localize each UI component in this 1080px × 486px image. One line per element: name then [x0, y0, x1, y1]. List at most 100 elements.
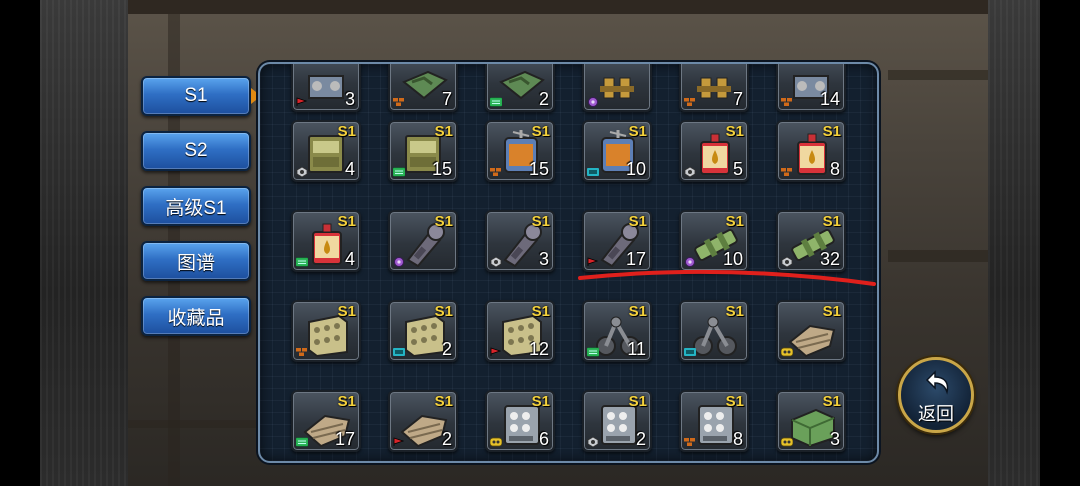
tab-advanced-s1-label: 高级S1 — [165, 197, 227, 219]
red-annotation-stroke — [578, 269, 876, 286]
item-count: 11 — [627, 339, 646, 359]
inventory-item[interactable]: S1 4 — [291, 210, 361, 272]
orange-bricks-icon — [781, 168, 792, 176]
inventory-item[interactable]: 2 — [485, 64, 555, 112]
inventory-item[interactable]: S1 32 — [776, 210, 846, 272]
tier-label: S1 — [725, 303, 744, 320]
item-count: 10 — [625, 159, 646, 179]
tier-label: S1 — [531, 123, 550, 140]
inventory-item[interactable]: S1 5 — [679, 120, 749, 182]
inventory-item[interactable]: S1 3 — [776, 390, 846, 452]
left-letterbox — [0, 0, 40, 486]
tier-label: S1 — [725, 213, 744, 230]
inventory-item[interactable]: S1 2 — [388, 390, 458, 452]
back-button-label: 返回 — [918, 404, 954, 424]
green-panel-icon — [296, 257, 308, 267]
inventory-item[interactable]: S1 17 — [291, 390, 361, 452]
inventory-item[interactable]: S1 — [776, 300, 846, 362]
tier-label: S1 — [434, 123, 453, 140]
orange-bricks-icon — [684, 438, 695, 446]
tier-label: S1 — [822, 393, 841, 410]
tier-label: S1 — [725, 393, 744, 410]
orange-bricks-icon — [684, 98, 695, 106]
tab-catalog[interactable]: 图谱 — [141, 241, 251, 281]
inventory-item[interactable]: S1 8 — [776, 120, 846, 182]
inventory-item[interactable]: S1 11 — [582, 300, 652, 362]
inventory-item[interactable]: S1 8 — [679, 390, 749, 452]
item-count: 5 — [732, 159, 743, 179]
inventory-item[interactable]: S1 12 — [485, 300, 555, 362]
tier-label: S1 — [531, 393, 550, 410]
purple-gear-icon — [394, 257, 404, 267]
inventory-item[interactable]: 14 — [776, 64, 846, 112]
inventory-item[interactable]: S1 2 — [388, 300, 458, 362]
inventory-item[interactable]: S1 10 — [582, 120, 652, 182]
tab-s2-label: S2 — [184, 140, 208, 161]
tier-label: S1 — [337, 303, 356, 320]
inventory-item[interactable]: 3 — [291, 64, 361, 112]
inventory-item[interactable]: S1 15 — [485, 120, 555, 182]
tier-label: S1 — [434, 303, 453, 320]
item-count: 14 — [819, 89, 840, 109]
right-letterbox — [1040, 0, 1080, 486]
back-button[interactable]: 返回 — [898, 357, 974, 433]
inventory-item[interactable]: S1 6 — [485, 390, 555, 452]
tab-collectibles[interactable]: 收藏品 — [141, 296, 251, 336]
tier-label: S1 — [531, 303, 550, 320]
green-panel-icon — [587, 347, 599, 357]
inventory-panel[interactable]: 3 7 2 7 14 S1 4 S1 15 S1 15 S1 10 S1 5 S1 8 S1 4 S1 S1 3 S1 17 S… — [258, 62, 879, 463]
inventory-item[interactable]: S1 — [388, 210, 458, 272]
item-count: 8 — [732, 429, 743, 449]
tab-catalog-label: 图谱 — [176, 252, 215, 274]
item-count: 3 — [344, 89, 355, 109]
tier-label: S1 — [434, 213, 453, 230]
inventory-item[interactable]: S1 3 — [485, 210, 555, 272]
item-count: 2 — [441, 339, 452, 359]
tier-label: S1 — [628, 303, 647, 320]
item-count: 2 — [635, 429, 646, 449]
item-count: 3 — [829, 429, 840, 449]
inventory-item[interactable]: S1 2 — [582, 390, 652, 452]
inventory-item[interactable]: 7 — [679, 64, 749, 112]
red-flag-icon — [490, 347, 502, 356]
item-count: 17 — [334, 429, 355, 449]
tab-s2[interactable]: S2 — [141, 131, 251, 171]
tier-label: S1 — [822, 213, 841, 230]
item-count: 4 — [344, 159, 355, 179]
item-count: 7 — [441, 89, 452, 109]
return-arrow-icon — [925, 370, 949, 395]
item-count: 2 — [441, 429, 452, 449]
inventory-item[interactable]: S1 4 — [291, 120, 361, 182]
inventory-item[interactable]: S1 17 — [582, 210, 652, 272]
item-count: 3 — [538, 249, 549, 269]
inventory-item[interactable]: S1 15 — [388, 120, 458, 182]
tier-label: S1 — [337, 123, 356, 140]
brass-valves-icon — [600, 77, 634, 99]
yellow-wheel-icon — [490, 437, 502, 447]
gray-nut-icon — [490, 257, 502, 267]
item-count: 4 — [344, 249, 355, 269]
item-count: 8 — [829, 159, 840, 179]
tab-s1-label: S1 — [184, 85, 208, 106]
tab-advanced-s1[interactable]: 高级S1 — [141, 186, 251, 226]
inventory-item[interactable] — [582, 64, 652, 112]
tier-label: S1 — [725, 123, 744, 140]
inventory-item[interactable]: S1 10 — [679, 210, 749, 272]
teal-panel-icon — [393, 348, 405, 356]
orange-bricks-icon — [781, 98, 792, 106]
inventory-item[interactable]: S1 — [679, 300, 749, 362]
tier-label: S1 — [628, 213, 647, 230]
right-background-edge — [988, 0, 1040, 486]
tier-label: S1 — [822, 303, 841, 320]
yellow-wheel-icon — [781, 347, 793, 357]
inventory-item[interactable]: S1 — [291, 300, 361, 362]
orange-bricks-icon — [296, 348, 307, 356]
inventory-item[interactable]: 7 — [388, 64, 458, 112]
item-count: 12 — [528, 339, 549, 359]
tab-s1[interactable]: S1 — [141, 76, 251, 116]
tier-label: S1 — [337, 213, 356, 230]
tier-label: S1 — [628, 393, 647, 410]
item-count: 2 — [538, 89, 549, 109]
gray-nut-icon — [587, 437, 599, 447]
red-flag-icon — [393, 437, 405, 446]
